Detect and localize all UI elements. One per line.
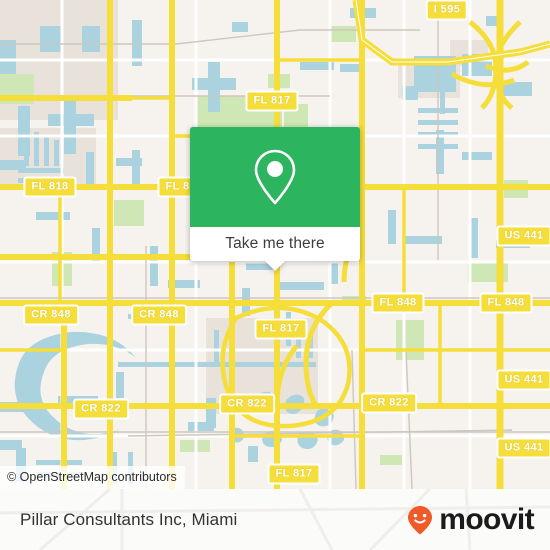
moovit-wordmark: moovit <box>439 502 534 536</box>
road-shield: FL 817 <box>254 318 308 340</box>
map-viewport[interactable]: .w { fill:#aad3df; } .pk { fill:#cfe7b4;… <box>0 0 550 489</box>
road-shield: US 441 <box>496 369 550 391</box>
road-shield: I 595 <box>425 0 469 21</box>
callout-action-panel[interactable]: Take me there <box>190 227 360 271</box>
moovit-smiley-pin-icon <box>408 505 433 534</box>
osm-attribution[interactable]: © OpenStreetMap contributors <box>0 466 185 489</box>
road-shield: US 441 <box>496 437 550 459</box>
road-shield: FL 817 <box>267 463 321 485</box>
road-shield: CR 822 <box>361 392 417 414</box>
road-shield: FL 848 <box>371 292 425 314</box>
location-callout[interactable]: Take me there <box>190 127 360 271</box>
take-me-there-button[interactable]: Take me there <box>225 235 325 253</box>
road-shield: FL 817 <box>245 90 299 112</box>
place-title: Pillar Consultants Inc, Miami <box>20 509 238 529</box>
road-shield: FL 818 <box>23 176 77 198</box>
map-page: .w { fill:#aad3df; } .pk { fill:#cfe7b4;… <box>0 0 550 550</box>
road-shield: FL 848 <box>479 292 533 314</box>
road-shield: CR 822 <box>219 393 275 415</box>
callout-icon-panel <box>190 127 360 227</box>
callout-tail <box>264 260 286 271</box>
road-shield: US 441 <box>496 225 550 247</box>
road-shield: CR 822 <box>73 398 129 420</box>
bottom-bar: Pillar Consultants Inc, Miami moovit <box>0 489 550 550</box>
map-pin-icon <box>254 149 296 205</box>
moovit-logo[interactable]: moovit <box>403 502 535 537</box>
road-shield: CR 848 <box>131 304 187 326</box>
road-shield: CR 848 <box>23 304 79 326</box>
